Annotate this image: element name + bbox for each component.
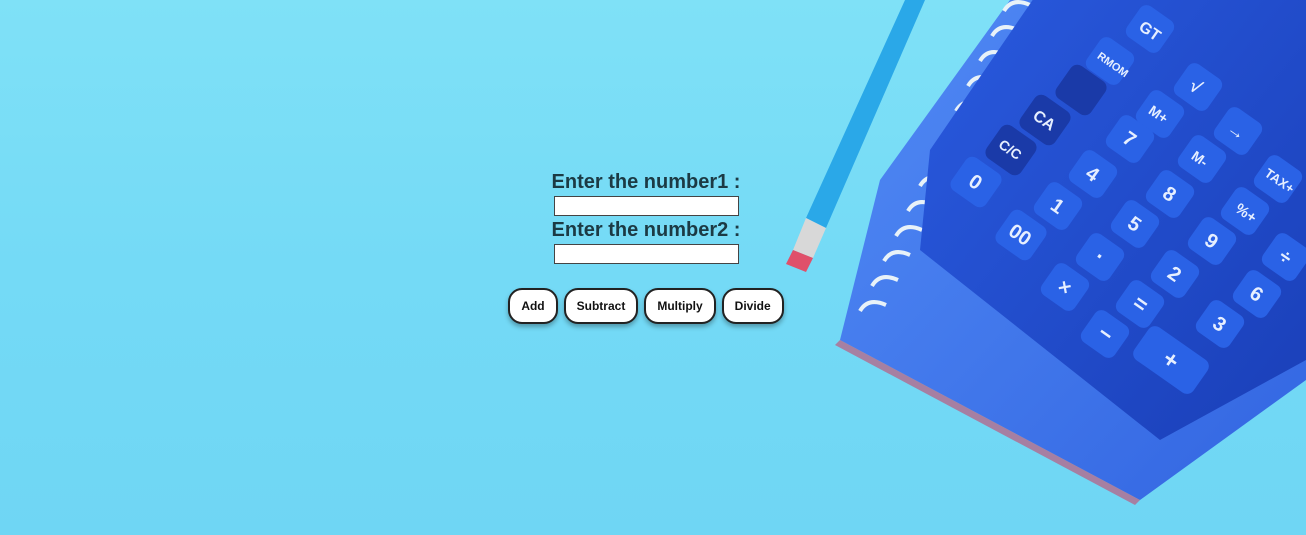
number2-label: Enter the number2 :	[551, 219, 741, 241]
multiply-button[interactable]: Multiply	[644, 288, 716, 324]
divide-button[interactable]: Divide	[721, 288, 784, 324]
number1-input[interactable]	[553, 196, 739, 216]
add-button[interactable]: Add	[508, 288, 558, 324]
number1-label: Enter the number1 :	[551, 171, 741, 193]
operation-buttons: Add Subtract Multiply Divide	[508, 288, 784, 324]
calculator-form: Enter the number1 : Enter the number2 : …	[0, 170, 1292, 324]
subtract-button[interactable]: Subtract	[563, 288, 639, 324]
number2-input[interactable]	[553, 244, 739, 264]
